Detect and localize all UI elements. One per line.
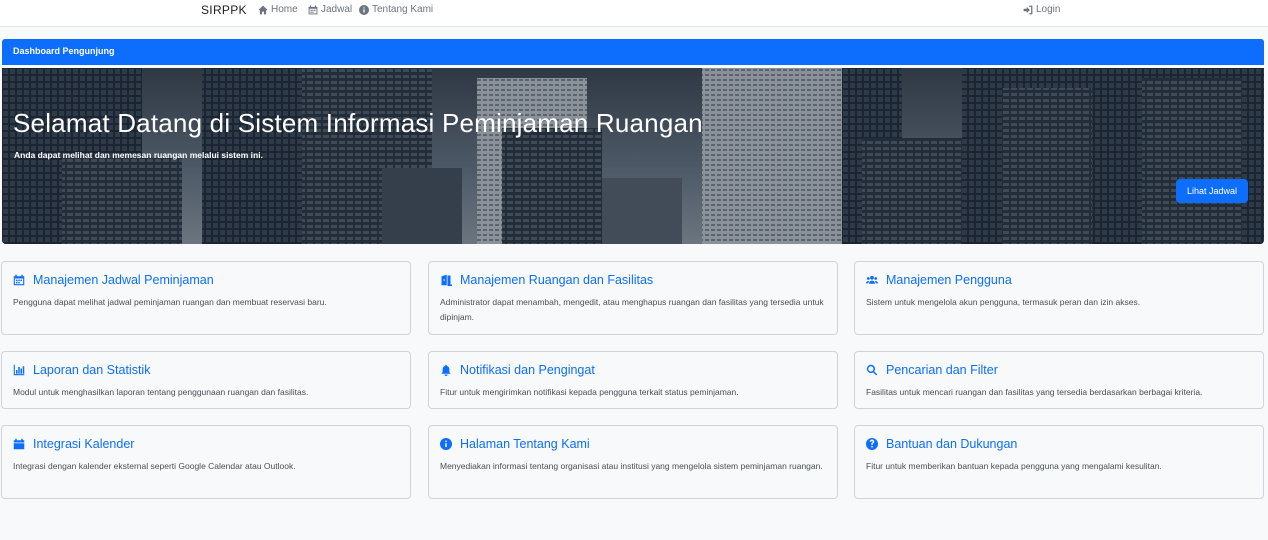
- card-laporan-statistik[interactable]: Laporan dan Statistik Modul untuk mengha…: [1, 351, 411, 409]
- card-description: Fitur untuk memberikan bantuan kepada pe…: [866, 461, 1162, 471]
- card-title[interactable]: Manajemen Ruangan dan Fasilitas: [440, 273, 653, 287]
- card-description: Pengguna dapat melihat jadwal peminjaman…: [13, 297, 327, 307]
- card-title-text: Integrasi Kalender: [33, 437, 135, 451]
- card-title-text: Bantuan dan Dukungan: [886, 437, 1018, 451]
- card-title[interactable]: Laporan dan Statistik: [13, 363, 150, 377]
- card-description: Modul untuk menghasilkan laporan tentang…: [13, 387, 309, 397]
- brand-logo[interactable]: SIRPPK: [201, 3, 247, 17]
- users-icon: [866, 275, 878, 284]
- nav-login-link[interactable]: Login: [1023, 4, 1060, 15]
- search-icon: [866, 364, 878, 376]
- card-title-text: Pencarian dan Filter: [886, 363, 998, 377]
- card-title[interactable]: Integrasi Kalender: [13, 437, 134, 451]
- card-description: Menyediakan informasi tentang organisasi…: [440, 461, 823, 471]
- sign-in-icon: [1023, 5, 1033, 14]
- card-title[interactable]: Bantuan dan Dukungan: [866, 437, 1017, 451]
- hero-subtitle: Anda dapat melihat dan memesan ruangan m…: [14, 150, 263, 160]
- calendar-icon: [308, 5, 318, 14]
- card-notifikasi[interactable]: Notifikasi dan Pengingat Fitur untuk men…: [428, 351, 838, 409]
- nav-jadwal-link[interactable]: Jadwal: [308, 4, 352, 15]
- chart-icon: [13, 364, 25, 376]
- card-title-text: Manajemen Pengguna: [886, 273, 1012, 287]
- card-pencarian-filter[interactable]: Pencarian dan Filter Fasilitas untuk men…: [854, 351, 1264, 409]
- nav-tentang-label: Tentang Kami: [372, 4, 434, 15]
- nav-home-label: Home: [271, 4, 298, 15]
- nav-jadwal-label: Jadwal: [321, 4, 353, 15]
- nav-home-link[interactable]: Home: [258, 4, 298, 15]
- card-tentang-kami[interactable]: Halaman Tentang Kami Menyediakan informa…: [428, 425, 838, 499]
- card-title[interactable]: Manajemen Jadwal Peminjaman: [13, 273, 214, 287]
- card-ruangan-fasilitas[interactable]: Manajemen Ruangan dan Fasilitas Administ…: [428, 261, 838, 335]
- card-description: Fitur untuk mengirimkan notifikasi kepad…: [440, 387, 739, 397]
- card-integrasi-kalender[interactable]: Integrasi Kalender Integrasi dengan kale…: [1, 425, 411, 499]
- hero-title: Selamat Datang di Sistem Informasi Pemin…: [13, 108, 703, 138]
- info-circle-icon: [359, 4, 369, 15]
- navbar: SIRPPK Home Jadwal Tentang Kami Login: [0, 0, 1268, 27]
- card-title[interactable]: Manajemen Pengguna: [866, 273, 1012, 287]
- card-title-text: Manajemen Ruangan dan Fasilitas: [460, 273, 654, 287]
- calendar-solid-icon: [13, 438, 25, 450]
- card-bantuan-dukungan[interactable]: Bantuan dan Dukungan Fitur untuk memberi…: [854, 425, 1264, 499]
- card-title-text: Notifikasi dan Pengingat: [460, 363, 595, 377]
- calendar-icon: [13, 274, 25, 286]
- card-description: Fasilitas untuk mencari ruangan dan fasi…: [866, 387, 1203, 397]
- bell-icon: [441, 364, 451, 376]
- card-title-text: Manajemen Jadwal Peminjaman: [33, 273, 214, 287]
- card-title[interactable]: Pencarian dan Filter: [866, 363, 998, 377]
- nav-login-label: Login: [1036, 4, 1061, 15]
- card-title[interactable]: Notifikasi dan Pengingat: [440, 363, 595, 377]
- question-circle-icon: [866, 438, 878, 450]
- card-manajemen-pengguna[interactable]: Manajemen Pengguna Sistem untuk mengelol…: [854, 261, 1264, 335]
- card-title[interactable]: Halaman Tentang Kami: [440, 437, 590, 451]
- card-title-text: Halaman Tentang Kami: [460, 437, 590, 451]
- hero-banner: Selamat Datang di Sistem Informasi Pemin…: [2, 68, 1264, 244]
- card-description: Integrasi dengan kalender eksternal sepe…: [13, 461, 296, 471]
- lihat-jadwal-button[interactable]: Lihat Jadwal: [1176, 179, 1248, 203]
- card-description: Administrator dapat menambah, mengedit, …: [440, 297, 824, 322]
- door-icon: [441, 274, 452, 286]
- card-description: Sistem untuk mengelola akun pengguna, te…: [866, 297, 1141, 307]
- info-circle-icon: [440, 438, 452, 450]
- home-icon: [258, 5, 268, 14]
- dashboard-header: Dashboard Pengunjung: [2, 39, 1264, 65]
- nav-tentang-link[interactable]: Tentang Kami: [359, 4, 433, 15]
- card-title-text: Laporan dan Statistik: [33, 363, 151, 377]
- card-jadwal-peminjaman[interactable]: Manajemen Jadwal Peminjaman Pengguna dap…: [1, 261, 411, 335]
